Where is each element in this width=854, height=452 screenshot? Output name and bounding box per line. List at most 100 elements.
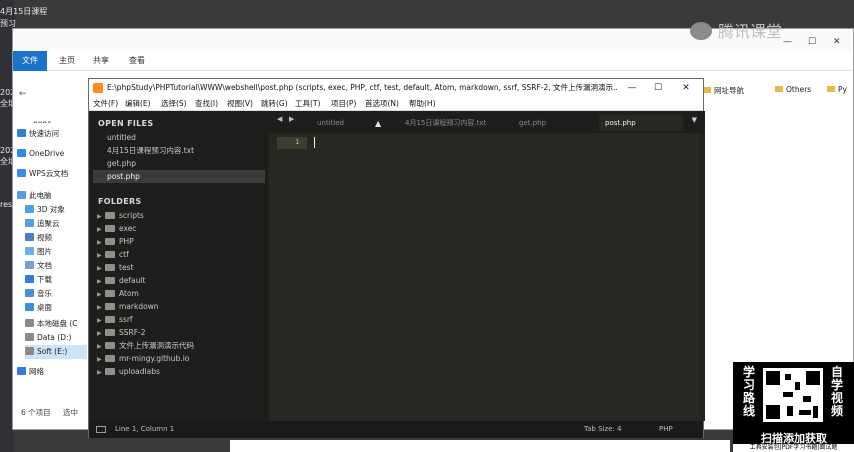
close-icon[interactable]: ✕ xyxy=(675,81,697,95)
nav-item-label: 3D 对象 xyxy=(37,205,65,214)
cube-icon xyxy=(25,205,34,213)
open-file-item[interactable]: untitled xyxy=(93,131,265,144)
tab-untitled[interactable]: untitled xyxy=(311,115,397,131)
desktop-label[interactable]: 4月15日课程 xyxy=(0,6,47,17)
menu-view[interactable]: 视图(V) xyxy=(227,98,253,109)
folder-icon xyxy=(105,290,115,297)
menu-help[interactable]: 帮助(H) xyxy=(409,98,436,109)
folder-icon xyxy=(105,212,115,219)
tab-size-indicator[interactable]: Tab Size: 4 xyxy=(584,425,621,433)
menu-edit[interactable]: 编辑(E) xyxy=(125,98,151,109)
folder-icon xyxy=(105,355,115,362)
minimize-icon[interactable]: — xyxy=(783,37,792,47)
qr-module xyxy=(795,382,800,390)
folder-item[interactable]: ▶ uploadlabs xyxy=(97,365,160,378)
nav-item-label: 追聚云 xyxy=(37,219,60,228)
nav-item-desktop[interactable]: 桌面 xyxy=(25,301,52,315)
maximize-icon[interactable]: ☐ xyxy=(808,37,816,47)
menu-preferences[interactable]: 首选项(N) xyxy=(365,98,399,109)
desktop-icon xyxy=(25,303,34,311)
nav-item-label: 网络 xyxy=(29,367,44,376)
folder-icon xyxy=(105,368,115,375)
nav-item-documents[interactable]: 文档 xyxy=(25,259,52,273)
current-line-highlight xyxy=(277,137,307,149)
syntax-indicator[interactable]: PHP xyxy=(659,425,673,433)
nav-item-pictures[interactable]: 图片 xyxy=(25,245,52,259)
tab-bar: ◀ ▶ untitled ▲ 4月15日课程预习内容.txt get.php p… xyxy=(269,111,705,133)
nav-item-label: Soft (E:) xyxy=(37,347,68,356)
folder-item[interactable]: ▶ SSRF-2 xyxy=(97,326,146,339)
desktop-label[interactable]: res xyxy=(0,200,12,209)
qr-code xyxy=(763,368,823,422)
folder-item[interactable]: ▶ ctf xyxy=(97,248,129,261)
nav-item-cloud[interactable]: 追聚云 xyxy=(25,217,60,231)
nav-item-drive-c[interactable]: 本地磁盘 (C xyxy=(25,317,78,331)
ribbon-tab-share[interactable]: 共享 xyxy=(93,51,109,71)
sublime-app-icon xyxy=(93,83,103,93)
folder-label: default xyxy=(119,276,146,285)
code-editor[interactable]: 1 xyxy=(269,133,705,421)
folder-label: ctf xyxy=(119,250,129,259)
ribbon-tab-home[interactable]: 主页 xyxy=(59,51,75,71)
menu-file[interactable]: 文件(F) xyxy=(93,98,118,109)
nav-item-downloads[interactable]: 下载 xyxy=(25,273,52,287)
folder-item[interactable]: ▶ mr-mingy.github.io xyxy=(97,352,189,365)
folder-icon xyxy=(775,86,783,92)
folder-item[interactable]: ▶ scripts xyxy=(97,209,144,222)
folder-item[interactable]: ▶ ssrf xyxy=(97,313,133,326)
nav-item-3d-objects[interactable]: 3D 对象 xyxy=(25,203,65,217)
close-icon[interactable]: ✕ xyxy=(833,37,841,47)
menu-tools[interactable]: 工具(T) xyxy=(295,98,320,109)
nav-item-wps-cloud[interactable]: WPS云文档 xyxy=(17,167,68,181)
panel-toggle-icon[interactable] xyxy=(96,426,106,433)
bookmark-others[interactable]: Others xyxy=(775,85,811,94)
expand-arrow-icon: ▶ xyxy=(97,369,102,376)
folder-label: ssrf xyxy=(119,315,133,324)
nav-item-network[interactable]: 网络 xyxy=(17,365,44,379)
promo-overlay: 学习路线 自学视频 扫描添加获取 工具安装包|PDF学习书籍|面试题 xyxy=(733,362,854,452)
nav-item-drive-e[interactable]: Soft (E:) xyxy=(25,345,87,359)
nav-item-music[interactable]: 音乐 xyxy=(25,287,52,301)
line-number: 1 xyxy=(295,138,300,146)
tab-post-php[interactable]: post.php xyxy=(599,115,683,131)
open-file-item-active[interactable]: post.php xyxy=(93,170,265,183)
minimize-icon[interactable]: — xyxy=(621,81,643,95)
cloud-icon xyxy=(17,169,26,177)
folder-item[interactable]: ▶ Atom xyxy=(97,287,139,300)
folder-item[interactable]: ▶ default xyxy=(97,274,145,287)
folder-item[interactable]: ▶ markdown xyxy=(97,300,159,313)
folder-item[interactable]: ▶ test xyxy=(97,261,133,274)
ribbon-tab-view[interactable]: 查看 xyxy=(129,51,145,71)
tab-list-dropdown-icon[interactable]: ▼ xyxy=(692,116,697,124)
open-file-item[interactable]: 4月15日课程预习内容.txt xyxy=(93,144,265,157)
tab-scroll-right-icon[interactable]: ▶ xyxy=(289,115,294,123)
back-arrow-icon[interactable]: ← xyxy=(19,89,27,99)
tab-get-php[interactable]: get.php xyxy=(513,115,593,131)
menu-goto[interactable]: 跳转(G) xyxy=(261,98,288,109)
maximize-icon[interactable]: ☐ xyxy=(647,81,669,95)
menu-find[interactable]: 查找(I) xyxy=(195,98,218,109)
folder-item[interactable]: ▶ PHP xyxy=(97,235,134,248)
scrollbar[interactable] xyxy=(699,133,705,421)
nav-item-videos[interactable]: 视频 xyxy=(25,231,52,245)
tab-scroll-left-icon[interactable]: ◀ xyxy=(277,115,282,123)
explorer-status-bar: 6 个项目 选中 xyxy=(21,407,78,418)
tab-notes[interactable]: 4月15日课程预习内容.txt xyxy=(399,115,509,131)
folder-label: scripts xyxy=(119,211,144,220)
bookmark-nav[interactable]: 网址导航 xyxy=(703,85,744,96)
folder-icon xyxy=(105,264,115,271)
bookmark-py[interactable]: Py xyxy=(827,85,847,94)
folder-item[interactable]: ▶ 文件上传漏洞演示代码 xyxy=(97,339,194,352)
folder-item[interactable]: ▶ exec xyxy=(97,222,136,235)
ribbon-tab-file[interactable]: 文件 xyxy=(13,51,47,71)
open-file-item[interactable]: get.php xyxy=(93,157,265,170)
selected-count: 选中 xyxy=(63,408,79,417)
item-count: 6 个项目 xyxy=(21,408,51,417)
nav-item-quick-access[interactable]: 快速访问 xyxy=(17,127,59,141)
nav-item-onedrive[interactable]: OneDrive xyxy=(17,147,64,161)
nav-item-drive-d[interactable]: Data (D:) xyxy=(25,331,71,345)
menu-selection[interactable]: 选择(S) xyxy=(161,98,187,109)
nav-item-label: Data (D:) xyxy=(37,333,72,342)
nav-item-this-pc[interactable]: 此电脑 xyxy=(17,189,52,203)
menu-project[interactable]: 项目(P) xyxy=(331,98,356,109)
